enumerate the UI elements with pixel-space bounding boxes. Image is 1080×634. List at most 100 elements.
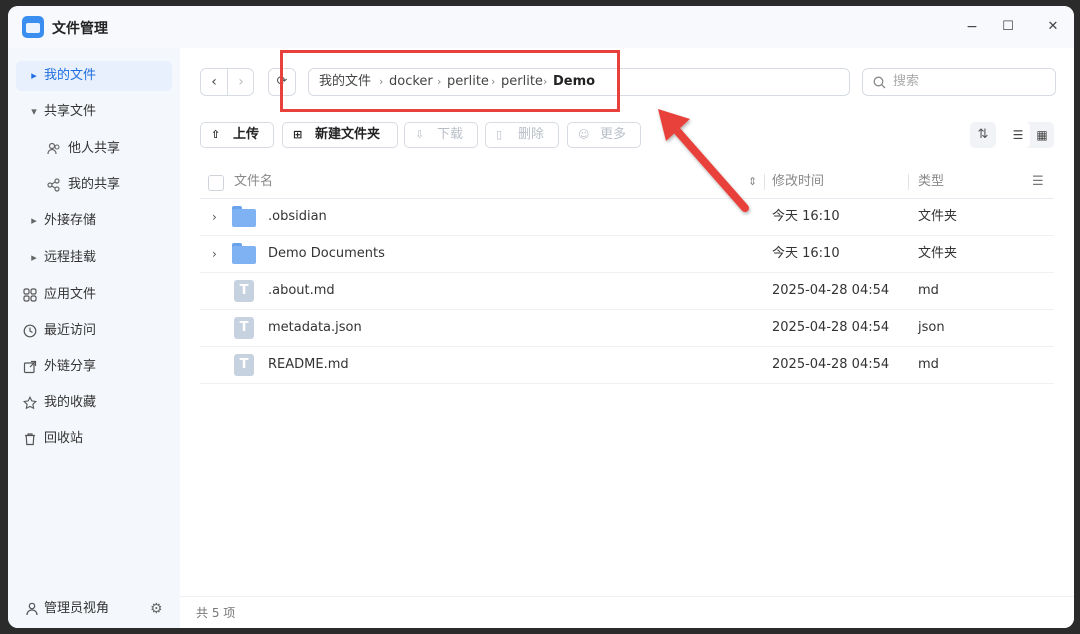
sidebar-item-label: 我的文件 — [44, 68, 97, 83]
sidebar-item-favorites[interactable]: 我的收藏 — [16, 388, 172, 418]
text-file-icon: T — [234, 317, 254, 339]
file-type: md — [918, 283, 939, 298]
file-type: 文件夹 — [918, 246, 958, 261]
table-header: 文件名 ⇕ 修改时间 类型 — [200, 166, 1054, 199]
trash-icon — [22, 424, 38, 458]
sidebar-item-shared-files[interactable]: ▾ 共享文件 — [16, 97, 172, 127]
download-icon: ⇩ — [415, 128, 425, 141]
file-type: json — [918, 320, 945, 335]
sidebar-item-external-storage[interactable]: ▸ 外接存储 — [16, 206, 172, 236]
close-button[interactable]: ✕ — [1041, 16, 1065, 38]
sidebar-item-link-share[interactable]: 外链分享 — [16, 352, 172, 382]
link-share-icon — [22, 352, 38, 386]
table-row[interactable]: › Demo Documents 今天 16:10 文件夹 — [200, 236, 1054, 273]
view-toggle: ☰ ▦ — [1006, 122, 1054, 148]
grid-view-icon[interactable]: ▦ — [1030, 122, 1054, 148]
sort-button[interactable]: ⇅ — [970, 122, 996, 148]
forward-button[interactable]: › — [227, 69, 254, 95]
sidebar-item-label: 外接存储 — [44, 213, 97, 228]
new-folder-button[interactable]: ⊞ 新建文件夹 — [282, 122, 398, 148]
sidebar-item-recycle-bin[interactable]: 回收站 — [16, 424, 172, 454]
column-divider — [908, 174, 909, 190]
status-bar: 共 5 项 — [180, 596, 1074, 628]
main-panel: ‹ › ⟳ 我的文件 › docker › perlite › perlite … — [180, 48, 1074, 628]
new-folder-icon: ⊞ — [293, 128, 303, 141]
text-file-icon: T — [234, 280, 254, 302]
sidebar-item-remote-mount[interactable]: ▸ 远程挂载 — [16, 243, 172, 273]
file-modified: 2025-04-28 04:54 — [772, 357, 890, 372]
annotation-arrow-icon — [658, 109, 749, 212]
admin-view-toggle[interactable]: 管理员视角 ⚙ — [16, 594, 172, 624]
file-type: md — [918, 357, 939, 372]
grid-icon — [22, 280, 38, 314]
more-button[interactable]: ☺ 更多 — [567, 122, 641, 148]
chevron-down-icon: ▾ — [31, 105, 37, 118]
file-name: Demo Documents — [268, 246, 385, 261]
sidebar-item-label: 他人共享 — [68, 141, 121, 156]
search-icon — [873, 69, 886, 99]
app-title: 文件管理 — [52, 21, 108, 37]
sidebar-item-shared-with-me[interactable]: 他人共享 — [16, 134, 172, 164]
column-header-type[interactable]: 类型 — [918, 166, 944, 198]
sidebar-item-my-shares[interactable]: 我的共享 — [16, 170, 172, 200]
file-modified: 2025-04-28 04:54 — [772, 320, 890, 335]
table-row[interactable]: › .obsidian 今天 16:10 文件夹 — [200, 199, 1054, 236]
sidebar-item-label: 外链分享 — [44, 359, 97, 374]
column-header-name[interactable]: 文件名 — [234, 166, 273, 198]
sidebar-item-my-files[interactable]: ▸ 我的文件 — [16, 61, 172, 91]
clock-icon — [22, 316, 38, 350]
sidebar: ▸ 我的文件 ▾ 共享文件 他人共享 我的共享 ▸ 外接存储 ▸ 远程挂载 应用… — [8, 48, 180, 628]
expand-icon[interactable]: › — [212, 236, 217, 272]
admin-view-label: 管理员视角 — [44, 601, 110, 616]
column-divider — [764, 174, 765, 190]
table-row[interactable]: T README.md 2025-04-28 04:54 md — [200, 347, 1054, 384]
people-icon — [46, 134, 62, 168]
folder-icon — [232, 243, 256, 264]
trash-icon: ▯ — [496, 128, 503, 141]
download-button[interactable]: ⇩ 下载 — [404, 122, 478, 148]
user-icon — [26, 594, 40, 627]
sidebar-item-recent[interactable]: 最近访问 — [16, 316, 172, 346]
expand-icon[interactable]: › — [212, 199, 217, 235]
file-name: .obsidian — [268, 209, 327, 224]
column-header-modified[interactable]: 修改时间 — [772, 166, 824, 198]
file-modified: 2025-04-28 04:54 — [772, 283, 890, 298]
annotation-highlight-box — [280, 50, 620, 112]
sidebar-item-label: 最近访问 — [44, 323, 97, 338]
gear-icon[interactable]: ⚙ — [150, 594, 163, 624]
file-manager-window: 文件管理 − ☐ ✕ ▸ 我的文件 ▾ 共享文件 他人共享 我的共享 ▸ 外接存… — [8, 6, 1074, 628]
file-modified: 今天 16:10 — [772, 246, 840, 261]
upload-icon: ⇧ — [211, 128, 221, 141]
chevron-right-icon: ▸ — [31, 251, 37, 264]
file-modified: 今天 16:10 — [772, 209, 840, 224]
sidebar-item-label: 远程挂载 — [44, 250, 97, 265]
file-name: .about.md — [268, 283, 335, 298]
share-icon — [46, 170, 62, 204]
more-icon: ☺ — [578, 128, 590, 141]
back-button[interactable]: ‹ — [201, 69, 227, 95]
delete-button[interactable]: ▯ 删除 — [485, 122, 559, 148]
folder-icon — [232, 206, 256, 227]
minimize-button[interactable]: − — [960, 16, 984, 38]
select-all-checkbox[interactable] — [208, 175, 224, 191]
column-settings-icon[interactable]: ☰ — [1032, 174, 1044, 189]
sidebar-item-label: 回收站 — [44, 431, 84, 446]
star-icon — [22, 388, 38, 422]
file-name: metadata.json — [268, 320, 362, 335]
sidebar-item-label: 我的共享 — [68, 177, 121, 192]
file-name: README.md — [268, 357, 349, 372]
list-view-icon[interactable]: ☰ — [1006, 122, 1030, 148]
title-bar: 文件管理 − ☐ ✕ — [8, 6, 1074, 48]
table-row[interactable]: T metadata.json 2025-04-28 04:54 json — [200, 310, 1054, 347]
search-box[interactable]: 搜索 — [862, 68, 1056, 96]
sidebar-item-app-files[interactable]: 应用文件 — [16, 280, 172, 310]
upload-button[interactable]: ⇧ 上传 — [200, 122, 274, 148]
app-logo-icon — [22, 16, 44, 38]
file-type: 文件夹 — [918, 209, 958, 224]
maximize-button[interactable]: ☐ — [996, 16, 1020, 38]
chevron-right-icon: ▸ — [31, 69, 37, 82]
text-file-icon: T — [234, 354, 254, 376]
sidebar-item-label: 应用文件 — [44, 287, 97, 302]
sidebar-item-label: 共享文件 — [44, 104, 97, 119]
table-row[interactable]: T .about.md 2025-04-28 04:54 md — [200, 273, 1054, 310]
